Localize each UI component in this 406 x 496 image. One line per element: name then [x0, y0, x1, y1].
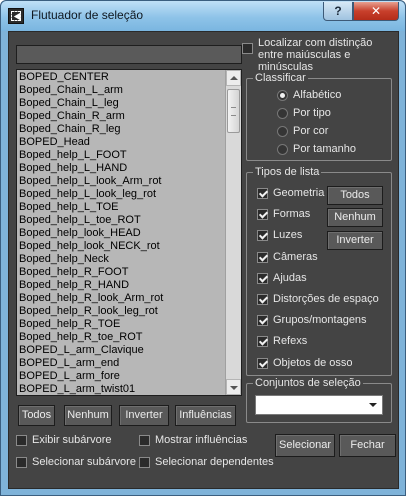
types-all-button[interactable]: Todos	[327, 186, 383, 205]
select-subtree-label: Selecionar subárvore	[32, 456, 136, 468]
list-type-label: Geometria	[273, 187, 325, 199]
scroll-thumb[interactable]	[227, 89, 240, 133]
list-item[interactable]: Boped_help_R_look_Arm_rot	[17, 292, 221, 305]
show-subtree-checkbox[interactable]	[16, 435, 27, 446]
sort-radio-1[interactable]	[277, 108, 288, 119]
list-type-checkbox[interactable]	[257, 294, 268, 305]
list-type-checkbox[interactable]	[257, 272, 268, 284]
list-type-label: Distorções de espaço	[273, 293, 379, 305]
sort-radio-label: Por cor	[293, 125, 329, 137]
case-sensitive-checkbox[interactable]	[242, 43, 253, 54]
list-type-label: Ajudas	[273, 271, 307, 284]
sort-radio-0[interactable]	[277, 90, 288, 101]
list-item[interactable]: Boped_Chain_R_leg	[17, 123, 221, 136]
selection-floater-window: Flutuador de seleção ? ✕ Localizar com d…	[0, 0, 406, 496]
list-item[interactable]: Boped_Chain_L_leg	[17, 97, 221, 110]
object-list[interactable]: BOPED_CENTER Boped_Chain_L_arm Boped_Chain…	[16, 69, 242, 396]
list-item[interactable]: BOPED_L_arm_Clavique	[17, 344, 221, 357]
select-subtree-checkbox[interactable]	[16, 457, 27, 468]
list-item[interactable]: Boped_help_L_look_Arm_rot	[17, 175, 221, 188]
list-item[interactable]: Boped_help_look_NECK_rot	[17, 240, 221, 253]
select-dependents-label: Selecionar dependentes	[155, 456, 274, 468]
object-list-items: BOPED_CENTER Boped_Chain_L_arm Boped_Chain…	[17, 71, 221, 395]
list-type-checkbox[interactable]	[257, 209, 268, 221]
show-influences-checkbox[interactable]	[139, 435, 150, 446]
list-scrollbar[interactable]	[225, 70, 241, 395]
list-item[interactable]: BOPED_L_arm_end	[17, 357, 221, 370]
invert-selection-button[interactable]: Inverter	[119, 405, 169, 426]
close-button[interactable]: Fechar	[339, 434, 396, 457]
list-item[interactable]: Boped_help_L_FOOT	[17, 149, 221, 162]
sort-radio-3[interactable]	[277, 144, 288, 155]
scroll-down-arrow-icon[interactable]	[226, 379, 241, 395]
show-subtree-label: Exibir subárvore	[32, 434, 112, 446]
window-title: Flutuador de seleção	[31, 8, 144, 22]
selection-sets-dropdown[interactable]	[255, 395, 383, 415]
list-item[interactable]: Boped_help_R_FOOT	[17, 266, 221, 279]
sort-radio-2[interactable]	[277, 126, 288, 137]
selection-sets-group-title: Conjuntos de seleção	[253, 377, 363, 389]
search-input[interactable]	[16, 45, 242, 64]
select-button[interactable]: Selecionar	[275, 434, 335, 457]
list-item[interactable]: Boped_help_Neck	[17, 253, 221, 266]
list-item[interactable]: Boped_help_R_look_leg_rot	[17, 305, 221, 318]
dialog-body: Localizar com distinção entre maiúsculas…	[8, 31, 399, 489]
sort-radio-label: Alfabético	[293, 89, 342, 101]
case-sensitive-label: Localizar com distinção entre maiúsculas…	[258, 37, 373, 73]
list-item[interactable]: Boped_help_R_toe_ROT	[17, 331, 221, 344]
list-item[interactable]: Boped_help_L_look_leg_rot	[17, 188, 221, 201]
select-none-button[interactable]: Nenhum	[64, 405, 112, 426]
sort-group: Classificar Alfabético Por tipo Por cor Por…	[246, 72, 392, 161]
list-type-label: Luzes	[273, 229, 303, 242]
list-type-label: Grupos/montagens	[273, 314, 367, 327]
list-item[interactable]: Boped_help_L_HAND	[17, 162, 221, 175]
list-item[interactable]: BOPED_CENTER	[17, 71, 221, 84]
list-type-label: Formas	[273, 208, 311, 221]
influences-button[interactable]: Influências	[175, 405, 236, 426]
list-item[interactable]: Boped_Chain_L_arm	[17, 84, 221, 97]
list-type-label: Câmeras	[273, 250, 318, 263]
sort-radio-label: Por tipo	[293, 107, 331, 119]
list-item[interactable]: Boped_help_R_HAND	[17, 279, 221, 292]
select-all-button[interactable]: Todos	[18, 405, 55, 426]
list-type-checkbox[interactable]	[257, 315, 268, 327]
list-type-label: Refexs	[273, 335, 308, 348]
list-types-group-title: Tipos de lista	[253, 166, 322, 178]
sort-group-title: Classificar	[253, 72, 308, 84]
list-type-checkbox[interactable]	[257, 357, 268, 369]
list-item[interactable]: Boped_Chain_R_arm	[17, 110, 221, 123]
list-type-checkbox[interactable]	[257, 336, 268, 348]
list-item[interactable]: Boped_help_L_toe_ROT	[17, 214, 221, 227]
types-none-button[interactable]: Nenhum	[327, 208, 383, 227]
app-icon	[8, 8, 25, 24]
help-button[interactable]: ?	[323, 2, 353, 21]
list-type-label: Objetos de osso	[273, 356, 353, 369]
list-item[interactable]: BOPED_Head	[17, 136, 221, 149]
list-type-checkbox[interactable]	[257, 230, 268, 242]
show-influences-label: Mostrar influências	[155, 434, 248, 446]
list-item[interactable]: BOPED_L_arm_fore	[17, 370, 221, 383]
list-item[interactable]: BOPED_L_arm_twist01	[17, 383, 221, 395]
scroll-up-arrow-icon[interactable]	[226, 70, 241, 86]
list-item[interactable]: Boped_help_look_HEAD	[17, 227, 221, 240]
sort-radio-label: Por tamanho	[293, 143, 356, 155]
title-bar[interactable]: Flutuador de seleção ? ✕	[1, 1, 405, 31]
list-type-checkbox[interactable]	[257, 188, 268, 199]
selection-sets-group: Conjuntos de seleção	[246, 377, 392, 423]
list-item[interactable]: Boped_help_R_TOE	[17, 318, 221, 331]
select-dependents-checkbox[interactable]	[139, 457, 150, 468]
list-types-group: Tipos de lista Geometria Formas Luzes Câmer…	[246, 166, 392, 376]
close-window-button[interactable]: ✕	[353, 2, 399, 21]
list-type-checkbox[interactable]	[257, 251, 268, 263]
types-invert-button[interactable]: Inverter	[327, 231, 383, 250]
list-item[interactable]: Boped_help_L_TOE	[17, 201, 221, 214]
